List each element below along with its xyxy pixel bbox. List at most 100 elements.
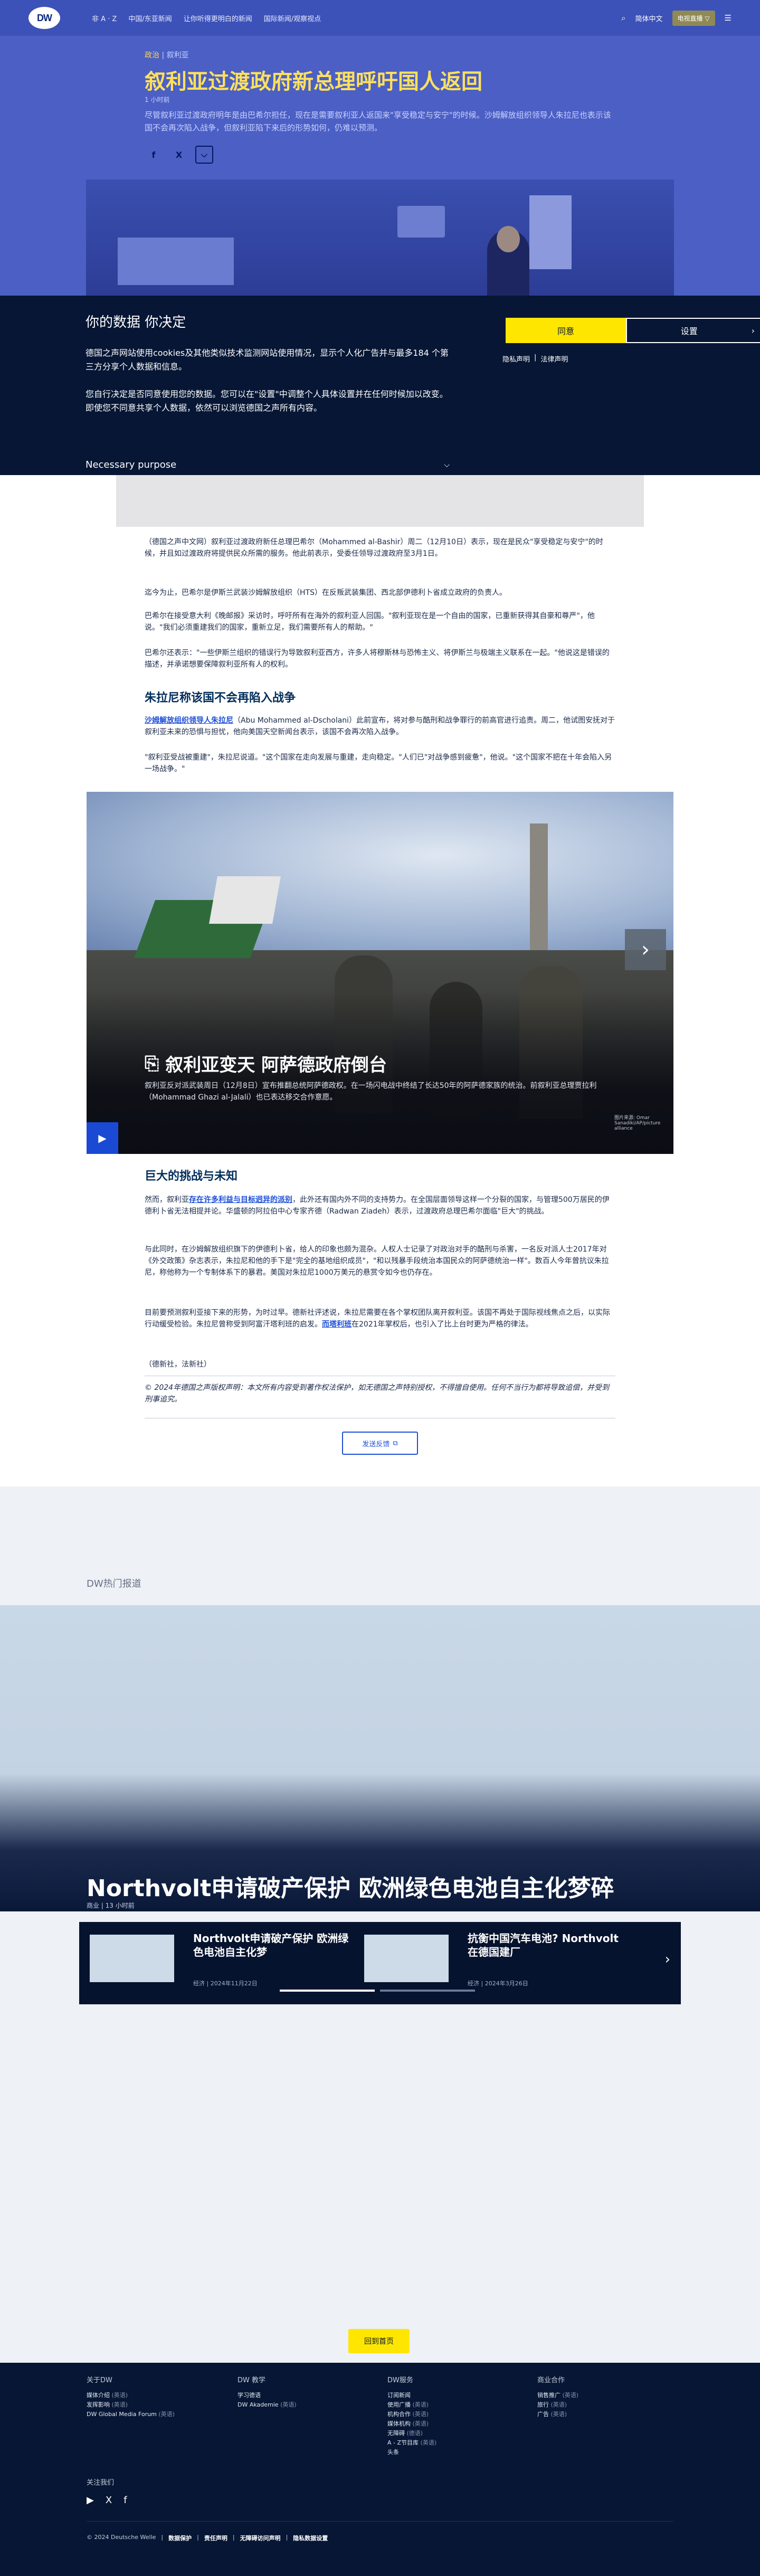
footer: 关于DW 媒体介绍 (英语) 发挥影响 (英语) DW Global Media… — [0, 2363, 760, 2576]
timestamp: 1 小时前 — [145, 96, 170, 103]
footer-link[interactable]: 销售推广 (英语) — [537, 2391, 685, 2400]
top-nav: 非 A · Z 中国/东亚新闻 让你听得更明白的新闻 国际新闻/观察视点 — [92, 13, 321, 23]
story-card-meta: 经济 | 2024年3月26日 — [468, 1980, 528, 1987]
facebook-icon[interactable]: f — [124, 2495, 127, 2506]
copyright-text: © 2024 Deutsche Welle — [87, 2534, 156, 2541]
footer-link[interactable]: 使用广播 (英语) — [387, 2400, 535, 2410]
paragraph: （德国之声中文网）叙利亚过渡政府新任总理巴希尔（Mohammed al-Bash… — [145, 538, 603, 558]
share-more-icon[interactable]: ⌵ — [195, 146, 213, 164]
top-story-hero[interactable]: Northvolt申请破产保护 欧洲绿色电池自主化梦碎 商业 | 13 小时前 … — [0, 1605, 760, 2004]
story-card-title: 抗衡中国汽车电池? Northvolt在德国建厂 — [468, 1932, 619, 1958]
legal-link[interactable]: 无障碍访问声明 — [240, 2534, 281, 2542]
paragraph: 与此同时，在沙姆解放组织旗下的伊德利卜省，给人的印象也颇为混杂。人权人士记录了对… — [145, 1245, 609, 1277]
flag-shape — [397, 206, 445, 238]
paragraph: 目前要预测叙利亚接下来的形势，为时过早。德新社评述说，朱拉尼需要在各个掌权团队离… — [145, 1307, 615, 1330]
jolani-link[interactable]: 沙姆解放组织领导人朱拉尼 — [145, 716, 233, 725]
story-card[interactable]: 抗衡中国汽车电池? Northvolt在德国建厂 经济 | 2024年3月26日 — [354, 1931, 628, 1995]
footer-link[interactable]: 旅行 (英语) — [537, 2400, 685, 2410]
speaker-face — [497, 226, 520, 252]
footer-column: 关于DW 媒体介绍 (英语) 发挥影响 (英语) DW Global Media… — [87, 2374, 234, 2419]
factions-link[interactable]: 存在许多利益与目标迥异的派别 — [189, 1196, 292, 1204]
nav-item[interactable]: 国际新闻/观察视点 — [264, 13, 321, 23]
camera-icon: ⎘ — [145, 1053, 159, 1074]
x-icon[interactable]: X — [170, 146, 188, 164]
language-switcher[interactable]: 简体中文 — [635, 13, 662, 23]
legal-link[interactable]: 责任声明 — [204, 2534, 227, 2542]
footer-column: DW 教学 学习德语 DW Akademie (英语) — [238, 2374, 385, 2410]
gallery-flag — [209, 876, 281, 924]
taliban-link[interactable]: 而塔利班 — [322, 1320, 352, 1329]
necessary-purpose-label: Necessary purpose — [86, 459, 177, 470]
photo-gallery[interactable]: › ⎘ 叙利亚变天 阿萨德政府倒台 叙利亚反对派武装周日（12月8日）宣布推翻总… — [87, 792, 673, 1154]
flag-shape — [118, 238, 234, 285]
necessary-purpose-toggle[interactable]: Necessary purpose ⌵ — [86, 459, 450, 470]
carousel-dot[interactable] — [380, 1990, 475, 1992]
story-card[interactable]: Northvolt申请破产保护 欧洲绿色电池自主化梦 经济 | 2024年11月… — [79, 1931, 354, 1995]
gallery-next-button[interactable]: › — [625, 929, 666, 970]
share-bar: f X ⌵ — [145, 146, 213, 164]
follow-label: 关注我们 — [87, 2479, 115, 2487]
gallery-title-text: 叙利亚变天 阿萨德政府倒台 — [165, 1055, 387, 1076]
footer-link[interactable]: 媒体机构 (英语) — [387, 2419, 535, 2429]
youtube-icon[interactable]: ▶ — [87, 2495, 94, 2506]
paragraph: 迄今为止，巴希尔是伊斯兰武装沙姆解放组织（HTS）在反叛武装集团、西北部伊德利卜… — [145, 589, 507, 597]
footer-column: DW服务 订阅新闻 使用广播 (英语) 机构合作 (英语) 媒体机构 (英语) … — [387, 2374, 535, 2457]
feedback-button[interactable]: 发送反馈 ⧉ — [342, 1432, 418, 1455]
article-header: 政治 | 叙利亚 叙利亚过渡政府新总理呼吁国人返回 1 小时前 尽管叙利亚过渡政… — [0, 36, 760, 296]
consent-text: 您自行决定是否同意使用您的数据。您可以在"设置"中调整个人具体设置并在任何时候加… — [86, 389, 448, 413]
story-thumbnail — [364, 1935, 449, 1982]
dw-logo[interactable]: DW — [28, 7, 60, 29]
paragraph-text: 在2021年掌权后，也引入了比上台时更为严格的律法。 — [352, 1320, 533, 1329]
privacy-link[interactable]: 隐私声明 — [502, 354, 530, 364]
paragraph: "叙利亚受战被重建"，朱拉尼说道。"这个国家在走向发展与重建，走向稳定。"人们已… — [145, 753, 612, 773]
hero-image — [86, 179, 674, 296]
section-heading: 巨大的挑战与未知 — [145, 1170, 238, 1183]
sources: （德新社，法新社） — [145, 1360, 211, 1369]
divider — [87, 2521, 673, 2522]
footer-link[interactable]: 无障碍 (德语) — [387, 2429, 535, 2438]
nav-item[interactable]: 中国/东亚新闻 — [128, 13, 172, 23]
play-icon[interactable]: ▶ — [87, 1122, 118, 1154]
footer-column-title: DW 教学 — [238, 2376, 265, 2384]
carousel-dot-active[interactable] — [280, 1990, 375, 1992]
top-story-title[interactable]: Northvolt申请破产保护 欧洲绿色电池自主化梦碎 — [87, 1869, 614, 1903]
footer-column: 商业合作 销售推广 (英语) 旅行 (英语) 广告 (英语) — [537, 2374, 685, 2419]
carousel-next-icon[interactable]: › — [665, 1952, 670, 1967]
story-card-meta: 经济 | 2024年11月22日 — [193, 1980, 258, 1987]
legal-link[interactable]: 数据保护 — [168, 2534, 192, 2542]
paragraph-text: 然而，叙利亚 — [145, 1196, 189, 1204]
x-icon[interactable]: X — [106, 2495, 112, 2506]
search-icon[interactable]: ⌕ — [621, 13, 625, 23]
breadcrumb-sub[interactable]: 叙利亚 — [167, 51, 189, 60]
facebook-icon[interactable]: f — [145, 146, 163, 164]
settings-button[interactable]: 设置 › — [626, 318, 760, 343]
gallery-title[interactable]: ⎘ 叙利亚变天 阿萨德政府倒台 — [145, 1050, 387, 1076]
live-tv-button[interactable]: 电视直播 ▽ — [672, 10, 715, 26]
home-button[interactable]: 回到首页 — [348, 2329, 410, 2353]
nav-item[interactable]: 让你听得更明白的新闻 — [184, 13, 252, 23]
legal-bar: © 2024 Deutsche Welle | 数据保护 | 责任声明 | 无障碍访问… — [87, 2534, 328, 2542]
accept-button[interactable]: 同意 — [506, 318, 626, 343]
legal-link[interactable]: 法律声明 — [540, 354, 568, 364]
footer-link[interactable]: 订阅新闻 — [387, 2391, 535, 2400]
footer-link[interactable]: DW Global Media Forum (英语) — [87, 2410, 234, 2419]
consent-links: 隐私声明 | 法律声明 — [502, 354, 568, 364]
consent-banner: 你的数据 你决定 德国之声网站使用cookies及其他类似技术监测网站使用情况，… — [0, 296, 760, 475]
footer-link[interactable]: 发挥影响 (英语) — [87, 2400, 234, 2410]
footer-link[interactable]: 广告 (英语) — [537, 2410, 685, 2419]
footer-link[interactable]: 媒体介绍 (英语) — [87, 2391, 234, 2400]
footer-link[interactable]: 机构合作 (英语) — [387, 2410, 535, 2419]
story-card-title: Northvolt申请破产保护 欧洲绿色电池自主化梦 — [193, 1932, 349, 1958]
menu-icon[interactable]: ☰ — [725, 13, 732, 23]
breadcrumb-section[interactable]: 政治 — [145, 51, 159, 60]
footer-link[interactable]: 头条 — [387, 2448, 535, 2457]
nav-item[interactable]: 非 A · Z — [92, 13, 117, 23]
footer-link[interactable]: 学习德语 — [238, 2391, 385, 2400]
footer-link[interactable]: A - Z节目库 (英语) — [387, 2438, 535, 2448]
footer-link[interactable]: DW Akademie (英语) — [238, 2400, 385, 2410]
breadcrumb: 政治 | 叙利亚 — [145, 51, 189, 60]
paragraph: 然而，叙利亚存在许多利益与目标迥异的派别，此外还有国内外不同的支持势力。在全国层… — [145, 1194, 615, 1217]
external-link-icon: ⧉ — [393, 1439, 398, 1447]
legal-link[interactable]: 隐私数据设置 — [293, 2534, 328, 2542]
ad-placeholder — [116, 475, 644, 527]
